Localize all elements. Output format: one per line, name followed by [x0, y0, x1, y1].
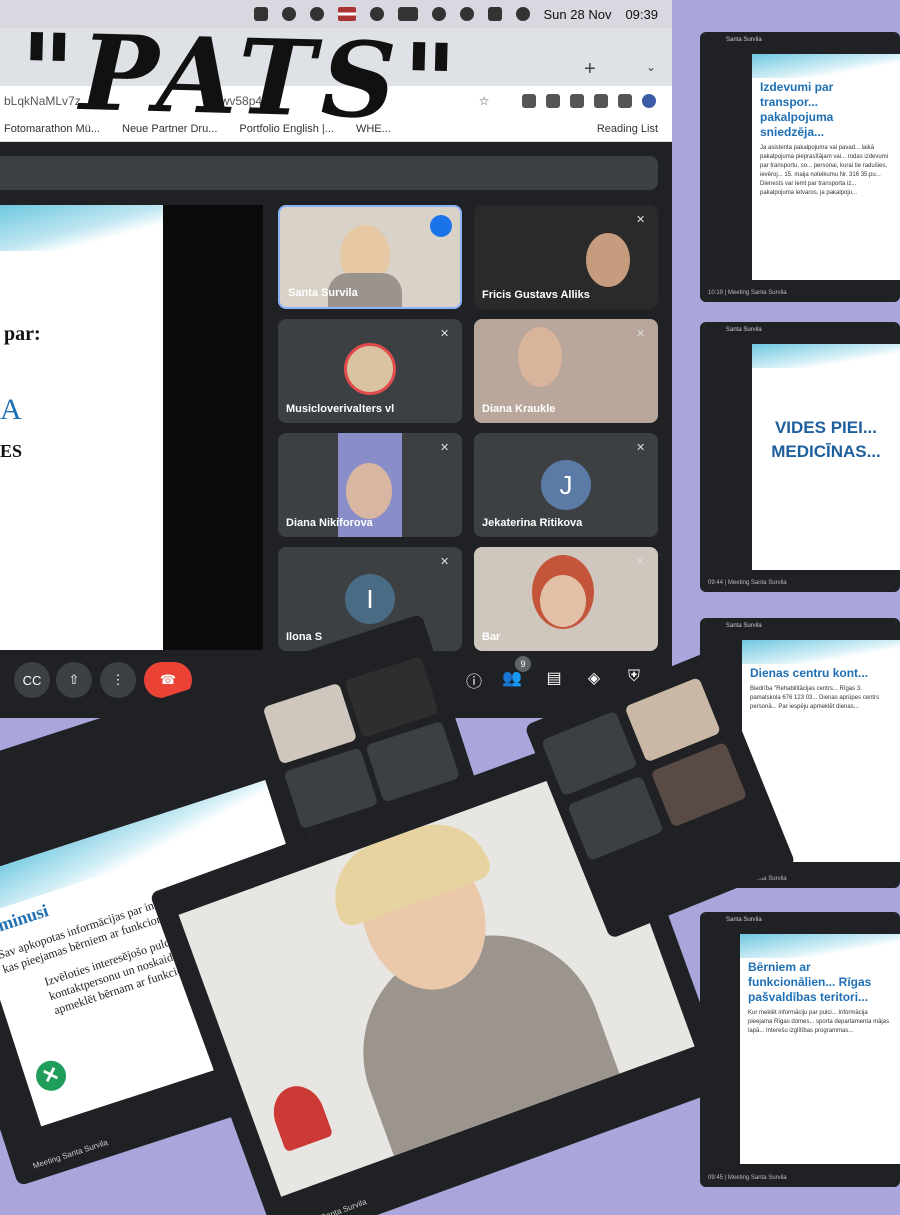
- participant-name: Diana Nikiforova: [286, 517, 373, 529]
- checkmark-icon: ✕: [32, 1056, 70, 1095]
- participant-tile[interactable]: ✕ Fricis Gustavs Alliks: [474, 205, 658, 309]
- card-body: Biedrība "Rehabilitācijas centrs... Rīga…: [750, 686, 880, 710]
- participant-tile[interactable]: ✕ Diana Nikiforova: [278, 433, 462, 537]
- card-header: Santa Survila: [726, 37, 762, 43]
- participant-tile[interactable]: J ✕ Jekaterina Ritikova: [474, 433, 658, 537]
- new-tab-icon[interactable]: +: [584, 58, 596, 81]
- participant-tile[interactable]: ✕ Musicloverivalters vl: [278, 319, 462, 423]
- participant-name: Jekaterina Ritikova: [482, 517, 583, 529]
- presentation-margin: [163, 205, 263, 650]
- reading-list-button[interactable]: Reading List: [597, 123, 658, 135]
- wifi-icon[interactable]: [431, 7, 446, 21]
- present-button[interactable]: ⇧: [56, 662, 92, 698]
- participant-tile[interactable]: Santa Survila: [278, 205, 462, 309]
- card-header: Santa Survila: [726, 623, 762, 629]
- meet-top-bar: [0, 156, 658, 190]
- card-slide: Bērniem ar funkcionālien... Rīgas pašval…: [740, 934, 900, 1164]
- extension-icon[interactable]: [570, 94, 584, 108]
- participant-name: Santa Survila: [288, 287, 358, 299]
- speaker-video: [265, 1078, 334, 1153]
- mic-off-icon: ✕: [636, 328, 646, 340]
- profile-avatar[interactable]: [642, 94, 656, 108]
- mic-off-icon: ✕: [636, 556, 646, 568]
- card-title: Bērniem ar funkcionālien... Rīgas pašval…: [748, 960, 872, 1004]
- card-footer: 10:19 | Meeting Santa Survila: [708, 290, 787, 296]
- participant-avatar: I: [345, 574, 395, 624]
- participant-video: [540, 575, 586, 627]
- card-body: Ja asistenta pakalpojuma vai pavad... la…: [760, 145, 889, 196]
- card-body: Kur meklēt informāciju par pulci... Info…: [748, 1010, 890, 1034]
- mic-off-icon: ✕: [440, 328, 450, 340]
- participant-name: Ilona S: [286, 631, 323, 643]
- card-title: Dienas centru kont...: [750, 666, 869, 680]
- participant-name: Musicloverivalters vl: [286, 403, 395, 415]
- presented-slide: par: A ES: [0, 205, 163, 650]
- meeting-footer: Meeting Santa Survila: [31, 1137, 109, 1171]
- activities-icon[interactable]: ◈: [582, 668, 606, 688]
- slide-wave-decoration: [740, 934, 900, 958]
- more-options-button[interactable]: ⋮: [100, 662, 136, 698]
- info-icon[interactable]: ⓘ: [462, 668, 486, 692]
- siri-icon[interactable]: [515, 7, 530, 21]
- card-slide: VIDES PIEI... MEDICĪNAS...: [752, 344, 900, 570]
- slide-wave-decoration: [752, 54, 900, 78]
- participant-video: [586, 233, 630, 287]
- card-title: Izdevumi par transpor... pakalpojuma sni…: [760, 80, 834, 139]
- card-footer: 09:45 | Meeting Santa Survila: [708, 1175, 787, 1181]
- slide-wave-decoration: [742, 640, 900, 664]
- slide-wave-decoration: [752, 344, 900, 368]
- menu-time: 09:39: [625, 6, 658, 22]
- participant-name: Bar: [482, 631, 501, 643]
- participant-avatar: J: [541, 460, 591, 510]
- extensions: [522, 94, 672, 108]
- card-footer: 09:44 | Meeting Santa Survila: [708, 580, 787, 586]
- people-icon[interactable]: 👥: [500, 668, 524, 688]
- mic-off-icon: ✕: [440, 556, 450, 568]
- chat-icon[interactable]: ▤: [542, 668, 566, 688]
- search-icon[interactable]: [459, 7, 474, 21]
- participant-video: [346, 463, 392, 519]
- slide-text: ES: [0, 441, 23, 461]
- extension-icon[interactable]: [594, 94, 608, 108]
- speaking-indicator-icon: [430, 215, 452, 237]
- control-center-icon[interactable]: [487, 7, 502, 21]
- participant-tile[interactable]: ✕ Diana Kraukle: [474, 319, 658, 423]
- card-slide: Izdevumi par transpor... pakalpojuma sni…: [752, 54, 900, 280]
- meeting-footer: Meeting Santa Survila: [291, 1197, 368, 1215]
- participant-avatar: [344, 343, 396, 395]
- slide-screenshot-card: Santa Survila Bērniem ar funkcionālien..…: [700, 912, 900, 1187]
- card-header: Santa Survila: [726, 327, 762, 333]
- card-title: VIDES PIEI... MEDICĪNAS...: [771, 418, 881, 461]
- mic-off-icon: ✕: [636, 442, 646, 454]
- participant-name: Fricis Gustavs Alliks: [482, 289, 590, 301]
- card-header: Santa Survila: [726, 917, 762, 923]
- participant-video: [518, 327, 562, 387]
- extension-icon[interactable]: [546, 94, 560, 108]
- slide-wave-decoration: [0, 205, 163, 251]
- participant-tile[interactable]: ✕ Bar: [474, 547, 658, 651]
- overlay-title: "PATS": [18, 9, 465, 145]
- slide-screenshot-card: Santa Survila Izdevumi par transpor... p…: [700, 32, 900, 302]
- slide-screenshot-card: Santa Survila VIDES PIEI... MEDICĪNAS...…: [700, 322, 900, 592]
- mic-off-icon: ✕: [636, 214, 646, 226]
- slide-text: par:: [4, 323, 41, 345]
- extension-icon[interactable]: [522, 94, 536, 108]
- puzzle-icon[interactable]: [618, 94, 632, 108]
- captions-button[interactable]: CC: [14, 662, 50, 698]
- mic-off-icon: ✕: [440, 442, 450, 454]
- chevron-down-icon[interactable]: ⌄: [646, 60, 656, 74]
- slide-text: A: [0, 393, 22, 426]
- participant-name: Diana Kraukle: [482, 403, 556, 415]
- menu-date: Sun 28 Nov: [543, 6, 612, 22]
